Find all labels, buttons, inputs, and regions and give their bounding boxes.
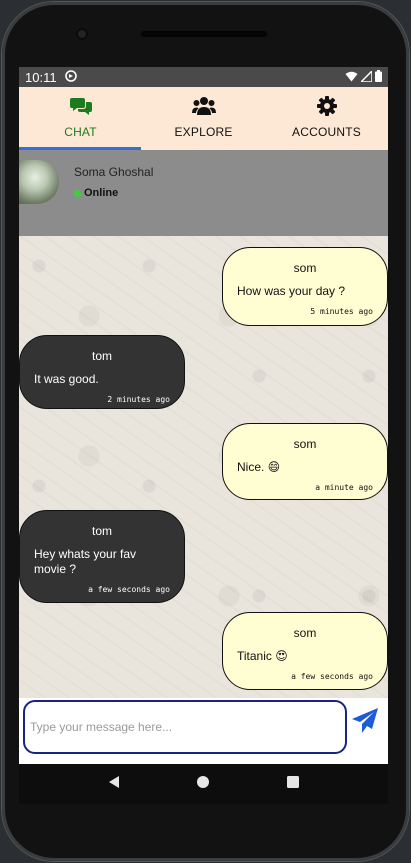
- tab-accounts[interactable]: ACCOUNTS: [265, 87, 388, 150]
- contact-status: Online: [74, 187, 153, 199]
- message-time: a few seconds ago: [291, 672, 373, 681]
- message-sender: tom: [91, 524, 112, 538]
- message-bubble[interactable]: som Titanic 😍 a few seconds ago: [222, 612, 388, 690]
- message-time: 2 minutes ago: [107, 395, 170, 404]
- message-sender: tom: [91, 349, 112, 363]
- system-nav-bar: [19, 764, 388, 804]
- message-time: 5 minutes ago: [310, 307, 373, 316]
- chat-bubbles-icon: [69, 96, 92, 121]
- send-button[interactable]: [351, 707, 381, 737]
- tab-chat[interactable]: CHAT: [19, 87, 142, 150]
- tab-label: ACCOUNTS: [292, 125, 361, 139]
- status-time: 10:11: [25, 69, 57, 85]
- contact-info: Soma Ghoshal Online: [74, 165, 153, 199]
- sync-icon: [64, 69, 77, 85]
- back-icon[interactable]: [107, 775, 121, 794]
- message-input[interactable]: [23, 700, 347, 754]
- contact-header[interactable]: Soma Ghoshal Online: [19, 150, 388, 236]
- message-text: Titanic 😍: [237, 649, 288, 663]
- recents-icon[interactable]: [286, 775, 300, 794]
- message-text: It was good.: [34, 372, 99, 386]
- message-bubble[interactable]: tom It was good. 2 minutes ago: [19, 335, 185, 409]
- status-text: Online: [84, 187, 119, 199]
- message-time: a minute ago: [315, 483, 373, 492]
- contact-name: Soma Ghoshal: [74, 165, 154, 179]
- message-time: a few seconds ago: [88, 585, 170, 594]
- message-bubble[interactable]: som How was your day ? 5 minutes ago: [222, 247, 388, 326]
- battery-icon: [375, 69, 382, 85]
- message-text: How was your day ?: [237, 284, 346, 298]
- users-icon: [191, 96, 216, 121]
- message-sender: som: [293, 261, 317, 275]
- avatar[interactable]: [19, 160, 59, 204]
- chat-area[interactable]: som How was your day ? 5 minutes ago tom…: [19, 236, 388, 698]
- signal-icon: [359, 68, 373, 85]
- earpiece-speaker: [141, 31, 267, 37]
- tab-label: CHAT: [64, 125, 97, 139]
- front-camera: [76, 28, 88, 40]
- send-icon: [351, 708, 379, 739]
- message-bubble[interactable]: som Nice. 😄 a minute ago: [222, 423, 388, 500]
- message-bubble[interactable]: tom Hey whats your fav movie ? a few sec…: [19, 510, 185, 603]
- home-icon[interactable]: [196, 775, 210, 794]
- status-bar: 10:11: [19, 67, 388, 87]
- message-input-bar: [19, 698, 388, 764]
- message-sender: som: [293, 626, 317, 640]
- message-text: Hey whats your fav movie ?: [34, 547, 137, 576]
- tab-label: EXPLORE: [174, 125, 233, 139]
- online-dot-icon: [74, 189, 81, 197]
- gear-icon: [316, 96, 337, 121]
- tab-explore[interactable]: EXPLORE: [142, 87, 265, 150]
- message-text: Nice. 😄: [237, 460, 281, 474]
- message-sender: som: [293, 437, 317, 451]
- tab-bar: CHAT EXPLORE ACCOUNTS: [19, 87, 388, 150]
- app-screen: 10:11 CHAT EXPLORE ACCOUNTS Soma Ghoshal…: [19, 67, 388, 764]
- wifi-icon: [345, 70, 358, 85]
